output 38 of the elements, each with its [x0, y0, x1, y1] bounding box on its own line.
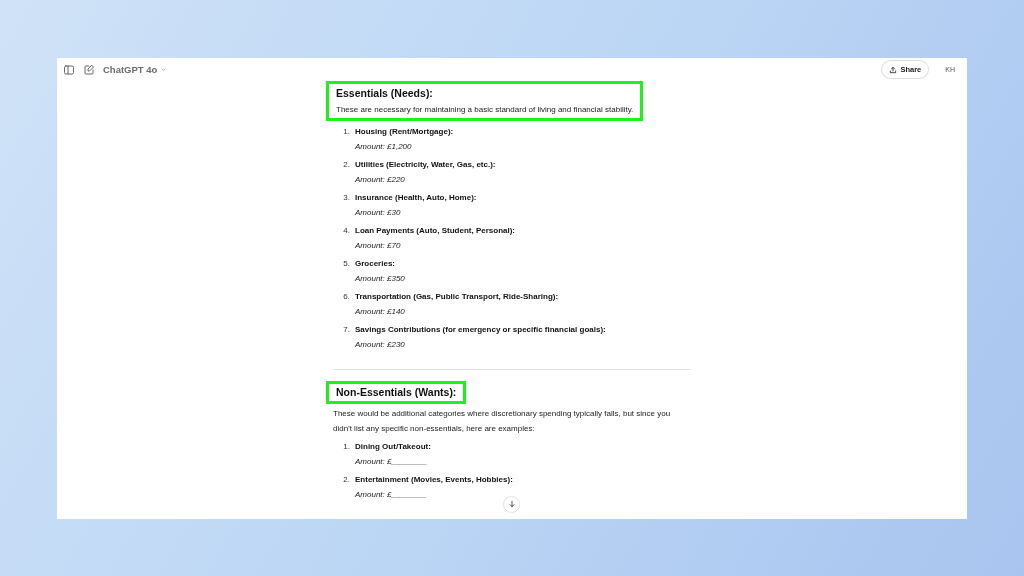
- item-label: Utilities (Electricity, Water, Gas, etc.):: [355, 158, 496, 171]
- item-label: Groceries:: [355, 257, 397, 270]
- item-amount: Amount: £70: [355, 239, 402, 252]
- list-number: 5.: [342, 257, 351, 270]
- intro-text: These would be additional categories where discretionary spending typically falls, but since you didn't list any specific non-essentials, here are examples:: [333, 407, 672, 435]
- upload-icon: [889, 65, 898, 74]
- sidebar-icon[interactable]: [63, 63, 75, 76]
- item-amount: Amount: £350: [355, 272, 405, 285]
- arrow-down-icon: [507, 500, 516, 508]
- model-selector[interactable]: ChatGPT 4o: [103, 64, 168, 75]
- scroll-down-button[interactable]: [503, 495, 520, 513]
- chevron-down-icon: [160, 66, 168, 73]
- item-label: Insurance (Health, Auto, Home):: [355, 191, 477, 204]
- item-amount: Amount: £220: [355, 173, 406, 186]
- list-number: 7.: [342, 323, 351, 336]
- list-number: 1.: [342, 440, 351, 453]
- item-label: Savings Contributions (for emergency or specific financial goals):: [355, 323, 606, 336]
- list-number: 3.: [342, 191, 351, 204]
- item-label: Dining Out/Takeout:: [355, 440, 431, 453]
- item-amount: Amount: £30: [355, 206, 402, 219]
- list-number: 1.: [342, 125, 351, 138]
- item-amount: Amount: £________: [355, 488, 429, 501]
- intro-text: These are necessary for maintaining a basic standard of living and financial stability.: [336, 103, 634, 116]
- list-number: 2.: [342, 158, 351, 171]
- section-heading: Essentials (Needs):: [336, 86, 434, 99]
- item-label: Housing (Rent/Mortgage):: [355, 125, 454, 138]
- item-label: Transportation (Gas, Public Transport, Ride-Sharing):: [355, 290, 559, 303]
- item-amount: Amount: £1,200: [355, 140, 413, 153]
- item-label: Loan Payments (Auto, Student, Personal):: [355, 224, 515, 237]
- item-amount: Amount: £230: [355, 338, 406, 351]
- edit-icon[interactable]: [83, 63, 95, 76]
- item-amount: Amount: £________: [355, 455, 429, 468]
- item-label: Entertainment (Movies, Events, Hobbies):: [355, 473, 513, 486]
- section-heading: Non-Essentials (Wants):: [336, 385, 457, 398]
- list-number: 2.: [342, 473, 351, 486]
- item-amount: Amount: £140: [355, 305, 406, 318]
- list-number: 4.: [342, 224, 351, 237]
- list-number: 6.: [342, 290, 351, 303]
